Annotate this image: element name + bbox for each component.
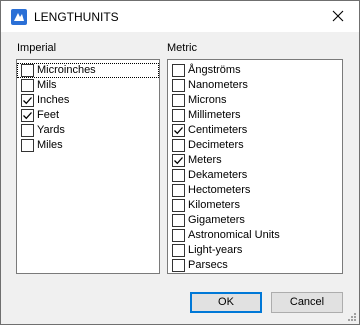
ok-button[interactable]: OK [190, 292, 262, 313]
metric-checkbox[interactable] [172, 139, 185, 152]
metric-checkbox[interactable] [172, 64, 185, 77]
metric-item[interactable]: Decimeters [168, 138, 342, 153]
window-title: LENGTHUNITS [34, 10, 119, 24]
checkmark-icon [23, 112, 32, 120]
metric-item-label: Dekameters [188, 169, 248, 181]
metric-label: Metric [167, 42, 197, 54]
metric-checkbox[interactable] [172, 259, 185, 272]
imperial-item[interactable]: Miles [17, 138, 159, 153]
checkmark-icon [174, 157, 183, 165]
metric-item[interactable]: Ångströms [168, 63, 342, 78]
cancel-button[interactable]: Cancel [271, 292, 343, 313]
metric-checkbox[interactable] [172, 124, 185, 137]
imperial-label: Imperial [17, 42, 57, 54]
metric-listbox[interactable]: Ångströms Nanometers Microns Millimeters Cen… [167, 59, 343, 274]
close-button[interactable] [317, 1, 359, 32]
imperial-checkbox[interactable] [21, 94, 34, 107]
imperial-item-label: Yards [37, 124, 65, 136]
metric-item[interactable]: Nanometers [168, 78, 342, 93]
app-logo-icon [11, 9, 27, 25]
metric-item-label: Nanometers [188, 79, 248, 91]
imperial-item[interactable]: Feet [17, 108, 159, 123]
imperial-item-label: Mils [37, 79, 57, 91]
imperial-checkbox[interactable] [21, 139, 34, 152]
metric-item-label: Hectometers [188, 184, 251, 196]
title-bar: LENGTHUNITS [1, 1, 359, 32]
metric-item[interactable]: Centimeters [168, 123, 342, 138]
metric-checkbox[interactable] [172, 79, 185, 92]
metric-checkbox[interactable] [172, 229, 185, 242]
metric-item-label: Decimeters [188, 139, 244, 151]
metric-item[interactable]: Astronomical Units [168, 228, 342, 243]
metric-item[interactable]: Parsecs [168, 258, 342, 273]
imperial-item[interactable]: Yards [17, 123, 159, 138]
metric-item[interactable]: Millimeters [168, 108, 342, 123]
imperial-item-label: Microinches [37, 64, 96, 76]
imperial-checkbox[interactable] [21, 64, 34, 77]
metric-item-label: Ångströms [188, 64, 241, 76]
metric-item-label: Millimeters [188, 109, 241, 121]
imperial-listbox[interactable]: Microinches Mils Inches Feet Yards Miles [16, 59, 160, 274]
imperial-checkbox[interactable] [21, 124, 34, 137]
metric-item[interactable]: Light-years [168, 243, 342, 258]
metric-item[interactable]: Microns [168, 93, 342, 108]
imperial-item[interactable]: Mils [17, 78, 159, 93]
metric-checkbox[interactable] [172, 169, 185, 182]
metric-item-label: Meters [188, 154, 222, 166]
imperial-item-label: Feet [37, 109, 60, 121]
lengthunits-dialog: LENGTHUNITS Imperial Microinches Mils Inch… [0, 0, 360, 325]
checkmark-icon [174, 127, 183, 135]
metric-item-label: Centimeters [188, 124, 248, 136]
imperial-item[interactable]: Microinches [17, 63, 159, 78]
metric-checkbox[interactable] [172, 109, 185, 122]
imperial-checkbox[interactable] [21, 109, 34, 122]
metric-item-label: Astronomical Units [188, 229, 280, 241]
metric-item-label: Gigameters [188, 214, 245, 226]
metric-item[interactable]: Dekameters [168, 168, 342, 183]
imperial-item-label: Inches [37, 94, 70, 106]
metric-item-label: Parsecs [188, 259, 228, 271]
metric-item-label: Microns [188, 94, 227, 106]
imperial-item[interactable]: Inches [17, 93, 159, 108]
metric-item[interactable]: Meters [168, 153, 342, 168]
metric-item[interactable]: Kilometers [168, 198, 342, 213]
close-icon [332, 10, 344, 22]
metric-checkbox[interactable] [172, 199, 185, 212]
metric-item[interactable]: Gigameters [168, 213, 342, 228]
metric-checkbox[interactable] [172, 214, 185, 227]
metric-checkbox[interactable] [172, 244, 185, 257]
metric-checkbox[interactable] [172, 154, 185, 167]
imperial-checkbox[interactable] [21, 79, 34, 92]
metric-item[interactable]: Hectometers [168, 183, 342, 198]
metric-checkbox[interactable] [172, 184, 185, 197]
metric-item-label: Kilometers [188, 199, 240, 211]
metric-item-label: Light-years [188, 244, 243, 256]
metric-checkbox[interactable] [172, 94, 185, 107]
resize-grip-icon[interactable] [346, 311, 356, 321]
imperial-item-label: Miles [37, 139, 63, 151]
checkmark-icon [23, 97, 32, 105]
